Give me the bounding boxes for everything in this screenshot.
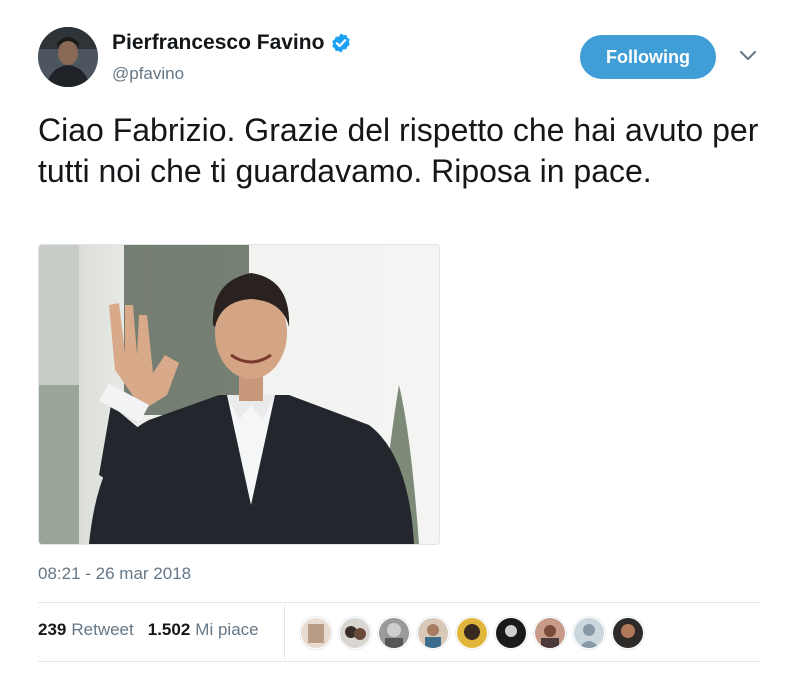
following-button[interactable]: Following	[580, 35, 716, 79]
tweet-text: Ciao Fabrizio. Grazie del rispetto che h…	[38, 112, 759, 189]
user-name-row[interactable]: Pierfrancesco Favino	[112, 31, 352, 55]
stats-top-divider	[38, 602, 760, 603]
like-label[interactable]: Mi piace	[195, 620, 258, 640]
tweet-photo[interactable]	[38, 244, 440, 545]
liker-avatar[interactable]	[573, 617, 605, 649]
liker-avatar[interactable]	[495, 617, 527, 649]
user-handle[interactable]: @pfavino	[112, 64, 184, 84]
liker-avatar[interactable]	[339, 617, 371, 649]
liker-avatar[interactable]	[456, 617, 488, 649]
verified-badge-icon	[330, 32, 352, 54]
chevron-down-icon[interactable]	[738, 49, 758, 63]
stats-separator	[284, 604, 285, 660]
liker-avatar[interactable]	[417, 617, 449, 649]
tweet-stats: 239 Retweet 1.502 Mi piace	[38, 620, 273, 640]
liker-avatars	[300, 617, 651, 649]
user-avatar[interactable]	[38, 27, 98, 87]
liker-avatar[interactable]	[378, 617, 410, 649]
retweet-count[interactable]: 239	[38, 620, 66, 640]
retweet-label[interactable]: Retweet	[71, 620, 133, 640]
liker-avatar[interactable]	[300, 617, 332, 649]
liker-avatar[interactable]	[612, 617, 644, 649]
liker-avatar[interactable]	[534, 617, 566, 649]
tweet-timestamp[interactable]: 08:21 - 26 mar 2018	[38, 564, 191, 584]
stats-bottom-divider	[38, 661, 760, 662]
like-count[interactable]: 1.502	[148, 620, 191, 640]
user-display-name[interactable]: Pierfrancesco Favino	[112, 31, 324, 55]
